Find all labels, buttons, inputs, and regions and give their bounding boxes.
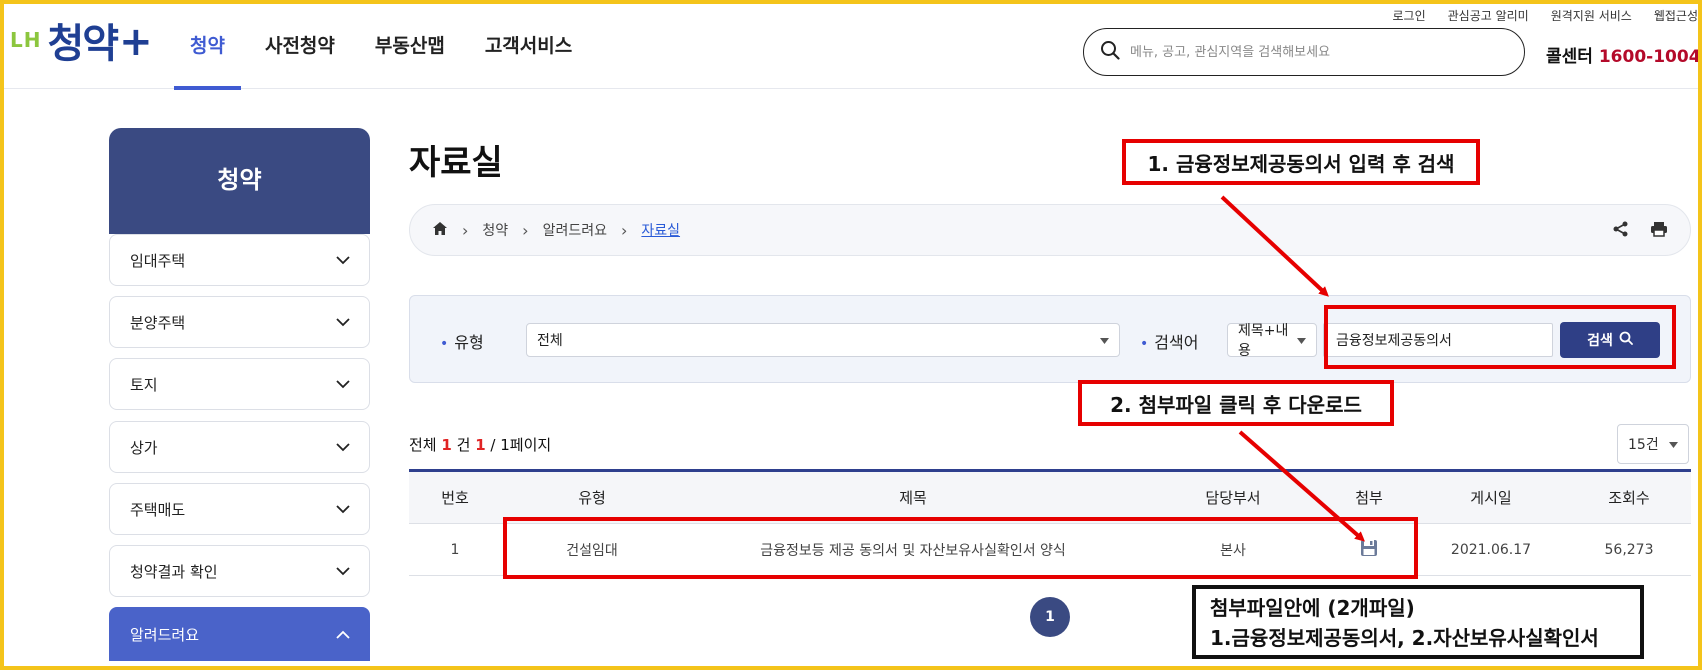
annotation-row-highlight bbox=[503, 517, 1418, 579]
home-icon[interactable] bbox=[432, 221, 448, 240]
utility-links: 로그인 관심공고 알리미 원격지원 서비스 웹접근성 bbox=[1392, 7, 1698, 24]
sidebar-title: 청약 bbox=[109, 128, 370, 234]
sidebar-item-house-sale[interactable]: 주택매도 bbox=[109, 483, 370, 535]
sidebar-item-commercial[interactable]: 상가 bbox=[109, 421, 370, 473]
col-type: 유형 bbox=[578, 489, 606, 507]
search-icon bbox=[1100, 40, 1120, 64]
col-attachment: 첨부 bbox=[1355, 489, 1383, 507]
login-link[interactable]: 로그인 bbox=[1392, 7, 1425, 24]
count-unit: 건 bbox=[456, 436, 471, 454]
col-title: 제목 bbox=[899, 489, 927, 507]
chevron-down-icon bbox=[335, 314, 351, 330]
per-page-value: 15건 bbox=[1628, 437, 1659, 453]
sidebar-item-label: 임대주택 bbox=[130, 251, 186, 270]
row-date: 2021.06.17 bbox=[1450, 541, 1532, 558]
sidebar-item-label: 청약결과 확인 bbox=[130, 562, 218, 581]
note-line-2: 1.금융정보제공동의서, 2.자산보유사실확인서 bbox=[1210, 626, 1599, 650]
call-center-number: 1600-1004 bbox=[1598, 47, 1701, 67]
sidebar-item-result-check[interactable]: 청약결과 확인 bbox=[109, 545, 370, 597]
type-select-value: 전체 bbox=[537, 333, 563, 349]
col-date: 게시일 bbox=[1470, 489, 1512, 507]
total-pages: / 1페이지 bbox=[490, 436, 552, 454]
breadcrumb-actions bbox=[1612, 220, 1668, 242]
breadcrumb-separator: › bbox=[462, 220, 469, 240]
chevron-down-icon bbox=[335, 563, 351, 579]
annotation-step-2: 2. 첨부파일 클릭 후 다운로드 bbox=[1078, 380, 1394, 426]
page-title: 자료실 bbox=[409, 143, 503, 183]
logo-lh-text: LH bbox=[10, 28, 42, 52]
chevron-up-icon bbox=[335, 626, 351, 642]
caret-down-icon bbox=[1297, 332, 1306, 348]
sidebar-item-label: 상가 bbox=[130, 438, 158, 457]
site-logo[interactable]: LH 청약 + bbox=[10, 22, 153, 66]
global-search[interactable] bbox=[1083, 28, 1525, 76]
annotation-search-highlight bbox=[1324, 305, 1676, 369]
nav-item-realestate-map[interactable]: 부동산맵 bbox=[355, 4, 465, 89]
sidebar-item-notices[interactable]: 알려드려요 bbox=[109, 607, 370, 661]
caret-down-icon bbox=[1669, 436, 1678, 452]
sidebar-item-land[interactable]: 토지 bbox=[109, 358, 370, 410]
breadcrumb-current[interactable]: 자료실 bbox=[641, 220, 680, 240]
pagination-page-1[interactable]: 1 bbox=[1030, 597, 1070, 637]
sidebar-item-label: 주택매도 bbox=[130, 500, 186, 519]
sidebar-item-label: 분양주택 bbox=[130, 313, 186, 332]
call-center-label: 콜센터 bbox=[1546, 47, 1593, 67]
sidebar-item-label: 알려드려요 bbox=[130, 625, 200, 644]
keyword-filter-label: 검색어 bbox=[1140, 329, 1198, 353]
sidebar-item-sale-housing[interactable]: 분양주택 bbox=[109, 296, 370, 348]
result-count: 전체 1 건 1 / 1페이지 bbox=[409, 434, 551, 455]
accessibility-link[interactable]: 웹접근성 bbox=[1654, 7, 1698, 24]
col-number: 번호 bbox=[441, 489, 469, 507]
logo-main-text: 청약 bbox=[47, 21, 119, 67]
breadcrumb-separator: › bbox=[522, 220, 529, 240]
sidebar-item-rental-housing[interactable]: 임대주택 bbox=[109, 234, 370, 286]
count-prefix: 전체 bbox=[409, 436, 437, 454]
current-page: 1 bbox=[475, 436, 486, 454]
nav-item-pre-subscription[interactable]: 사전청약 bbox=[245, 4, 355, 89]
chevron-down-icon bbox=[335, 501, 351, 517]
sidebar-item-label: 토지 bbox=[130, 375, 158, 394]
type-select[interactable]: 전체 bbox=[526, 323, 1120, 357]
nav-item-customer-service[interactable]: 고객서비스 bbox=[465, 4, 592, 89]
note-line-1: 첨부파일안에 (2개파일) bbox=[1210, 596, 1415, 620]
share-icon[interactable] bbox=[1612, 220, 1630, 242]
chevron-down-icon bbox=[335, 439, 351, 455]
site-header: LH 청약 + 청약 사전청약 부동산맵 고객서비스 로그인 관심공고 알리미 … bbox=[4, 4, 1701, 90]
per-page-select[interactable]: 15건 bbox=[1617, 424, 1689, 464]
print-icon[interactable] bbox=[1650, 220, 1668, 242]
logo-plus-icon: + bbox=[119, 19, 153, 65]
row-views: 56,273 bbox=[1604, 541, 1654, 558]
nav-item-cheongyak[interactable]: 청약 bbox=[170, 4, 245, 90]
count-total: 1 bbox=[441, 436, 452, 454]
chevron-down-icon bbox=[335, 376, 351, 392]
remote-support-link[interactable]: 원격지원 서비스 bbox=[1551, 7, 1632, 24]
breadcrumb-item[interactable]: 청약 bbox=[482, 220, 508, 240]
keyword-scope-select[interactable]: 제목+내용 bbox=[1227, 323, 1317, 359]
global-search-input[interactable] bbox=[1130, 44, 1500, 60]
annotation-attachment-note: 첨부파일안에 (2개파일) 1.금융정보제공동의서, 2.자산보유사실확인서 bbox=[1192, 585, 1644, 659]
col-views: 조회수 bbox=[1608, 489, 1650, 507]
annotation-step-1: 1. 금융정보제공동의서 입력 후 검색 bbox=[1122, 139, 1480, 185]
call-center: 콜센터 1600-1004 bbox=[1546, 42, 1701, 67]
breadcrumb: › 청약 › 알려드려요 › 자료실 bbox=[409, 204, 1691, 256]
main-nav: 청약 사전청약 부동산맵 고객서비스 bbox=[170, 4, 592, 90]
breadcrumb-item[interactable]: 알려드려요 bbox=[543, 220, 607, 240]
type-filter-label: 유형 bbox=[440, 329, 483, 353]
notice-alarm-link[interactable]: 관심공고 알리미 bbox=[1448, 7, 1529, 24]
col-department: 담당부서 bbox=[1205, 489, 1261, 507]
row-number: 1 bbox=[450, 541, 460, 558]
keyword-scope-value: 제목+내용 bbox=[1238, 323, 1289, 359]
caret-down-icon bbox=[1100, 332, 1109, 348]
breadcrumb-separator: › bbox=[620, 220, 628, 240]
chevron-down-icon bbox=[335, 252, 351, 268]
